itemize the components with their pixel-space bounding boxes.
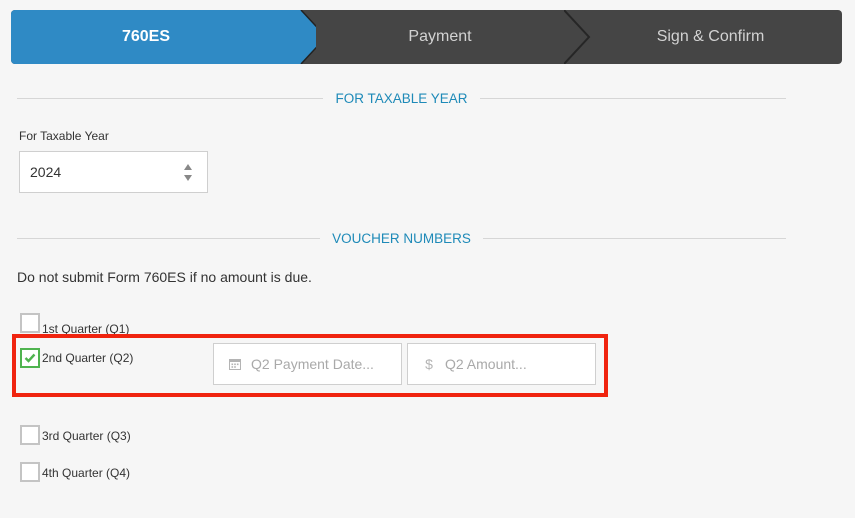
step-760es[interactable]: 760ES xyxy=(11,10,301,64)
progress-stepper: 760ES Payment Sign & Confirm xyxy=(11,10,842,64)
step-arrow-icon xyxy=(564,10,591,64)
q4-checkbox[interactable] xyxy=(20,462,40,482)
voucher-note: Do not submit Form 760ES if no amount is… xyxy=(17,269,312,285)
q2-amount-input[interactable]: $ Q2 Amount... xyxy=(407,343,596,385)
divider xyxy=(482,237,787,239)
q2-payment-date-placeholder: Q2 Payment Date... xyxy=(251,356,374,372)
q4-label: 4th Quarter (Q4) xyxy=(42,466,131,480)
quarter-q4-row: 4th Quarter (Q4) xyxy=(20,462,130,482)
q3-label: 3rd Quarter (Q3) xyxy=(42,429,131,443)
step-label: Sign & Confirm xyxy=(656,28,765,45)
calendar-icon xyxy=(228,357,242,371)
step-payment[interactable]: Payment xyxy=(301,10,579,64)
q2-amount-placeholder: Q2 Amount... xyxy=(445,356,527,372)
q3-checkbox[interactable] xyxy=(20,425,40,445)
step-sign-confirm[interactable]: Sign & Confirm xyxy=(579,10,842,64)
divider xyxy=(17,97,324,99)
section-title: VOUCHER NUMBERS xyxy=(332,230,471,246)
taxable-year-select[interactable]: 2024 xyxy=(19,151,208,193)
dollar-icon: $ xyxy=(425,356,433,372)
quarter-q3-row: 3rd Quarter (Q3) xyxy=(20,425,131,445)
q2-payment-date-input[interactable]: Q2 Payment Date... xyxy=(213,343,402,385)
selected-year: 2024 xyxy=(30,164,62,180)
section-title: FOR TAXABLE YEAR xyxy=(335,90,468,106)
voucher-section-header: VOUCHER NUMBERS xyxy=(17,228,787,248)
divider xyxy=(479,97,787,99)
taxable-year-section-header: FOR TAXABLE YEAR xyxy=(17,88,787,108)
q1-checkbox[interactable] xyxy=(20,313,40,333)
select-arrows-icon xyxy=(184,164,192,181)
divider xyxy=(17,237,321,239)
quarter-q1-row: 1st Quarter (Q1) xyxy=(20,310,129,336)
taxable-year-label: For Taxable Year xyxy=(19,129,109,143)
step-arrow-icon xyxy=(286,10,316,64)
step-label: 760ES xyxy=(121,28,171,45)
step-label: Payment xyxy=(408,28,472,45)
